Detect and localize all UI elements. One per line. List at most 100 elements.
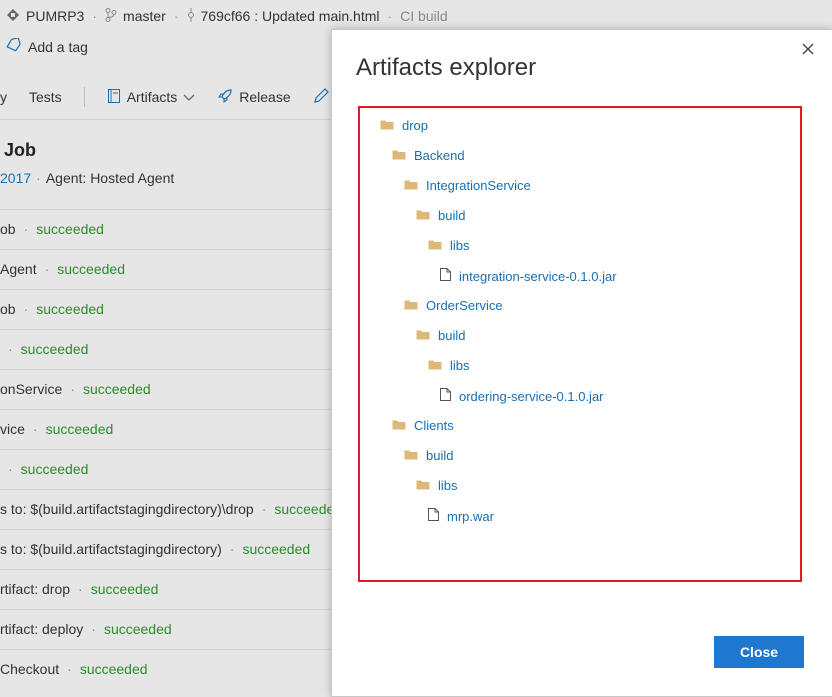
step-name: onService [0, 381, 63, 397]
project-icon [6, 8, 20, 25]
tag-icon [6, 36, 22, 55]
tree-item-label: integration-service-0.1.0.jar [459, 268, 617, 284]
list-item[interactable]: vice · succeeded [0, 421, 113, 437]
step-separator: · [8, 341, 13, 357]
row-divider [0, 329, 332, 330]
row-divider [0, 449, 332, 450]
list-item[interactable]: ob · succeeded [0, 301, 104, 317]
step-separator: · [70, 381, 75, 397]
add-tag-button[interactable]: Add a tag [6, 36, 88, 55]
tree-file-item[interactable]: mrp.war [428, 508, 494, 524]
tree-file-item[interactable]: ordering-service-0.1.0.jar [440, 388, 604, 404]
step-status: succeeded [20, 341, 89, 357]
step-status: succeeded [82, 381, 151, 397]
tree-folder-item[interactable]: build [416, 328, 465, 343]
tree-folder-item[interactable]: drop [380, 118, 428, 133]
folder-icon [416, 478, 430, 493]
tree-folder-item[interactable]: build [416, 208, 465, 223]
list-item[interactable]: rtifact: deploy · succeeded [0, 621, 172, 637]
step-separator: · [78, 581, 83, 597]
job-subtitle: 2017 · Agent: Hosted Agent [0, 170, 174, 186]
tree-item-label: drop [402, 118, 429, 133]
tree-folder-item[interactable]: libs [428, 358, 470, 373]
file-icon [440, 388, 451, 404]
tab-tests[interactable]: Tests [29, 89, 62, 105]
job-subtitle-separator: · [36, 170, 41, 186]
row-divider [0, 249, 332, 250]
step-separator: · [44, 261, 50, 277]
tree-item-label: Backend [414, 148, 465, 163]
artifacts-label: Artifacts [126, 89, 178, 105]
step-separator: · [23, 301, 29, 317]
folder-icon [404, 448, 418, 463]
rocket-icon [217, 88, 233, 107]
tree-folder-item[interactable]: IntegrationService [404, 178, 531, 193]
commit-icon [187, 7, 195, 25]
row-divider [0, 369, 332, 370]
step-status: succeeded [242, 541, 311, 557]
list-item[interactable]: Agent · succeeded [0, 261, 125, 277]
folder-icon [416, 328, 430, 343]
folder-icon [404, 178, 418, 193]
branch-icon [105, 7, 117, 25]
step-status: succeeded [90, 581, 159, 597]
breadcrumb: PUMRP3 · master · 769cf66 : Updated main… [0, 0, 448, 32]
artifacts-menu-button[interactable]: Artifacts [107, 88, 196, 107]
list-item[interactable]: ob · succeeded [0, 221, 104, 237]
tree-folder-item[interactable]: OrderService [404, 298, 503, 313]
folder-icon [428, 238, 442, 253]
add-tag-label: Add a tag [28, 38, 88, 55]
list-item[interactable]: · succeeded [0, 461, 88, 477]
job-date-link[interactable]: 2017 [0, 170, 31, 186]
breadcrumb-separator: · [92, 8, 98, 24]
breadcrumb-commit[interactable]: 769cf66 : Updated main.html [201, 8, 380, 24]
chevron-down-icon [183, 89, 195, 105]
tree-folder-item[interactable]: libs [416, 478, 458, 493]
close-icon[interactable] [802, 38, 814, 61]
row-divider [0, 569, 332, 570]
pencil-icon [313, 87, 329, 107]
tree-item-label: OrderService [426, 298, 503, 313]
job-title: Job [4, 140, 37, 160]
row-divider [0, 489, 332, 490]
close-button[interactable]: Close [714, 636, 804, 668]
tab-summary[interactable]: y [0, 89, 7, 105]
folder-icon [392, 148, 406, 163]
divider [0, 119, 332, 120]
step-separator: · [229, 541, 235, 557]
step-name: rtifact: deploy [0, 621, 84, 637]
step-name: Checkout [0, 661, 60, 677]
breadcrumb-project[interactable]: PUMRP3 [26, 8, 84, 24]
step-status: succeeded [79, 661, 148, 677]
file-icon [440, 268, 451, 284]
job-agent: Agent: Hosted Agent [45, 170, 175, 186]
step-name: ob [0, 221, 16, 237]
step-status: succeeded [36, 221, 104, 237]
tree-folder-item[interactable]: libs [428, 238, 470, 253]
list-item[interactable]: · succeeded [0, 341, 88, 357]
release-label: Release [239, 89, 291, 105]
tree-folder-item[interactable]: Clients [392, 418, 454, 433]
tree-item-label: libs [438, 478, 458, 493]
step-status: succeeded [45, 421, 114, 437]
tree-file-item[interactable]: integration-service-0.1.0.jar [440, 268, 617, 284]
edit-button[interactable] [313, 87, 329, 107]
breadcrumb-branch[interactable]: master [123, 8, 166, 24]
list-item[interactable]: Checkout · succeeded [0, 661, 148, 677]
step-separator: · [23, 221, 29, 237]
list-item[interactable]: s to: $(build.artifactstagingdirectory)\… [0, 501, 342, 517]
step-name: s to: $(build.artifactstagingdirectory) [0, 541, 222, 557]
tree-item-label: libs [450, 358, 470, 373]
breadcrumb-pipeline[interactable]: CI build [400, 8, 447, 24]
list-item[interactable]: s to: $(build.artifactstagingdirectory) ·… [0, 541, 310, 557]
breadcrumb-separator: · [173, 8, 179, 24]
tree-folder-item[interactable]: build [404, 448, 453, 463]
release-button[interactable]: Release [217, 88, 291, 107]
tree-item-label: IntegrationService [426, 178, 531, 193]
row-divider [0, 649, 332, 650]
list-item[interactable]: onService · succeeded [0, 381, 151, 397]
list-item[interactable]: rtifact: drop · succeeded [0, 581, 158, 597]
artifacts-icon [107, 88, 121, 107]
folder-icon [380, 118, 394, 133]
tree-folder-item[interactable]: Backend [392, 148, 465, 163]
